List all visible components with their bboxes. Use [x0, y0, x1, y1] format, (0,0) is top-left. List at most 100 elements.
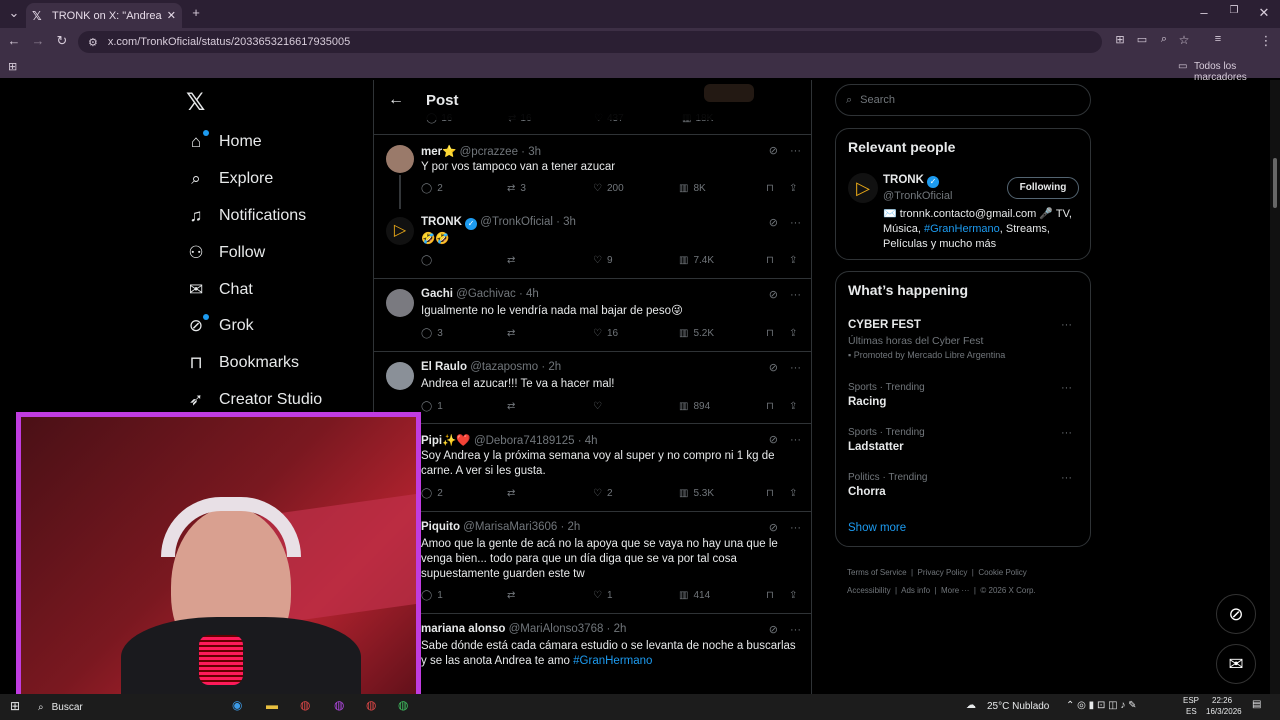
reply-tweet[interactable]: Piquito @MarisaMari3606 · 2h ⊘ ··· Amoo que… [374, 512, 811, 614]
views-button[interactable]: ▥ 5.2K [679, 328, 714, 339]
footer-link[interactable]: Accessibility [847, 586, 891, 595]
views-button[interactable]: ▥ 5.3K [679, 488, 714, 499]
repost-button[interactable]: ⇄ [507, 401, 520, 412]
user-handle[interactable]: @MariAlonso3768 [509, 623, 604, 635]
reply-button[interactable]: ◯ 2 [421, 183, 443, 194]
user-avatar[interactable] [386, 145, 414, 173]
more-icon[interactable]: ··· [790, 362, 801, 374]
lang-bottom[interactable]: ES [1186, 707, 1197, 716]
grok-fab-icon[interactable]: ⊘ [1216, 594, 1256, 634]
search-input[interactable]: ⌕ Search [835, 84, 1091, 116]
notification-icon[interactable]: ▤ [1252, 699, 1261, 710]
reply-button[interactable]: ◯ 2 [421, 488, 443, 499]
like-button[interactable]: ♡ 2 [593, 488, 613, 499]
trend-more-icon[interactable]: ··· [1061, 472, 1072, 484]
like-button[interactable]: ♡ 1 [593, 590, 613, 601]
tweet-hashtag[interactable]: #GranHermano [573, 655, 652, 667]
taskbar-search[interactable]: ⌕ Buscar [32, 697, 162, 717]
messages-fab-icon[interactable]: ✉ [1216, 644, 1256, 684]
all-bookmarks-label[interactable]: Todos los marcadores [1194, 61, 1280, 83]
repost-button[interactable]: ⇄ [507, 255, 520, 266]
bookmark-icon[interactable]: ⊓ [766, 488, 774, 499]
grok-icon[interactable]: ⊘ [769, 522, 778, 534]
views-button[interactable]: ▥ 8K [679, 183, 706, 194]
reply-tweet[interactable]: mer⭐ @pcrazzee · 3h ⊘ ··· Y por vos tampoco… [374, 135, 811, 209]
more-icon[interactable]: ··· [790, 624, 801, 636]
like-button[interactable]: ♡ 200 [593, 183, 624, 194]
bookmark-icon[interactable]: ⊓ [766, 328, 774, 339]
user-name[interactable]: Gachi [421, 288, 453, 300]
user-name[interactable]: El Raulo [421, 361, 467, 373]
person-name[interactable]: TRONK ✓ [883, 174, 940, 188]
sidebar-item-chat[interactable]: ✉ Chat [186, 278, 253, 302]
edge-icon[interactable]: ◉ [232, 698, 242, 712]
trend-item[interactable]: Sports · Trending Ladstatter ··· [848, 427, 1078, 453]
user-handle[interactable]: @MarisaMari3606 [463, 521, 557, 533]
sidebar-item-grok[interactable]: ⊘ Grok [186, 314, 254, 338]
more-icon[interactable]: ··· [790, 289, 801, 301]
sidebar-item-notifications[interactable]: ♫ Notifications [186, 204, 307, 228]
reply-button[interactable]: ◯ 1 [421, 590, 443, 601]
trend-more-icon[interactable]: ··· [1061, 382, 1072, 394]
reply-button[interactable]: ◯ [421, 255, 437, 266]
zoom-icon[interactable]: ⌕ [1156, 33, 1172, 46]
sidebar-item-home[interactable]: ⌂ Home [186, 130, 262, 154]
page-scrollbar[interactable] [1270, 80, 1280, 694]
tweet-time[interactable]: 2h [548, 361, 561, 373]
explorer-icon[interactable]: ▬ [266, 698, 278, 712]
user-name[interactable]: mer⭐ [421, 146, 456, 158]
tweet-time[interactable]: 4h [585, 435, 598, 447]
views-button[interactable]: ▥ 894 [679, 401, 710, 412]
more-icon[interactable]: ··· [790, 217, 801, 229]
tweet-time[interactable]: 3h [528, 146, 541, 158]
reply-tweet[interactable]: Pipi✨❤️ @Debora74189125 · 4h ⊘ ··· Soy Andr… [374, 424, 811, 512]
grok-icon[interactable]: ⊘ [769, 289, 778, 301]
cast-icon[interactable]: ▭ [1134, 33, 1150, 46]
trend-more-icon[interactable]: ··· [1061, 427, 1072, 439]
sidebar-item-creator-studio[interactable]: ➶ Creator Studio [186, 388, 322, 412]
bookmark-icon[interactable]: ⊓ [766, 255, 774, 266]
user-handle[interactable]: @TronkOficial [480, 216, 553, 228]
footer-link[interactable]: Privacy Policy [918, 568, 968, 577]
user-avatar[interactable] [386, 362, 414, 390]
back-arrow-icon[interactable]: ← [388, 91, 404, 109]
sidebar-item-explore[interactable]: ⌕ Explore [186, 167, 273, 191]
back-icon[interactable]: ← [6, 33, 22, 48]
tab-close-icon[interactable]: ✕ [167, 9, 176, 22]
bookmark-icon[interactable]: ⊓ [766, 183, 774, 194]
share-icon[interactable]: ⇪ [789, 328, 797, 339]
close-window-icon[interactable]: ✕ [1256, 5, 1272, 21]
reply-tweet[interactable]: Gachi @Gachivac · 4h ⊘ ··· Igualmente no le… [374, 279, 811, 352]
tweet-time[interactable]: 4h [526, 288, 539, 300]
trend-item[interactable]: Sports · Trending Racing ··· [848, 382, 1078, 408]
url-field[interactable]: ⚙ x.com/TronkOficial/status/203365321661… [78, 31, 1102, 53]
grok-icon[interactable]: ⊘ [769, 434, 778, 446]
sidebar-item-bookmarks[interactable]: ⊓ Bookmarks [186, 351, 299, 375]
menu-dots-icon[interactable]: ⋮ [1258, 33, 1274, 49]
user-name[interactable]: mariana alonso [421, 623, 505, 635]
show-more-link[interactable]: Show more [848, 522, 906, 534]
share-icon[interactable]: ⇪ [789, 488, 797, 499]
trend-item[interactable]: Politics · Trending Chorra ··· [848, 472, 1078, 498]
clock-time[interactable]: 22:26 [1212, 696, 1232, 705]
tronk-avatar[interactable]: ▷ [848, 173, 878, 203]
bio-hashtag[interactable]: #GranHermano [924, 223, 1000, 235]
grok-icon[interactable]: ⊘ [769, 624, 778, 636]
like-button[interactable]: ♡ 9 [593, 255, 613, 266]
reply-button[interactable]: ◯ 1 [421, 401, 443, 412]
browser-tab[interactable]: 𝕏 TRONK on X: "Andrea odiada c ✕ [26, 3, 182, 28]
weather-text[interactable]: 25°C Nublado [987, 701, 1049, 712]
share-icon[interactable]: ⇪ [789, 255, 797, 266]
share-icon[interactable]: ⇪ [789, 183, 797, 194]
like-button[interactable]: ♡ [593, 401, 607, 412]
translate-icon[interactable]: ⊞ [1112, 33, 1128, 46]
user-name[interactable]: Piquito [421, 521, 460, 533]
site-info-icon[interactable]: ⚙ [88, 36, 98, 49]
trend-more-icon[interactable]: ··· [1061, 319, 1072, 331]
footer-link[interactable]: Ads info [901, 586, 930, 595]
views-button[interactable]: ▥ 414 [679, 590, 710, 601]
reply-button[interactable]: ◯ 3 [421, 328, 443, 339]
repost-button[interactable]: ⇄ [507, 590, 520, 601]
apps-grid-icon[interactable]: ⊞ [8, 60, 17, 73]
minimize-icon[interactable]: – [1196, 5, 1212, 20]
